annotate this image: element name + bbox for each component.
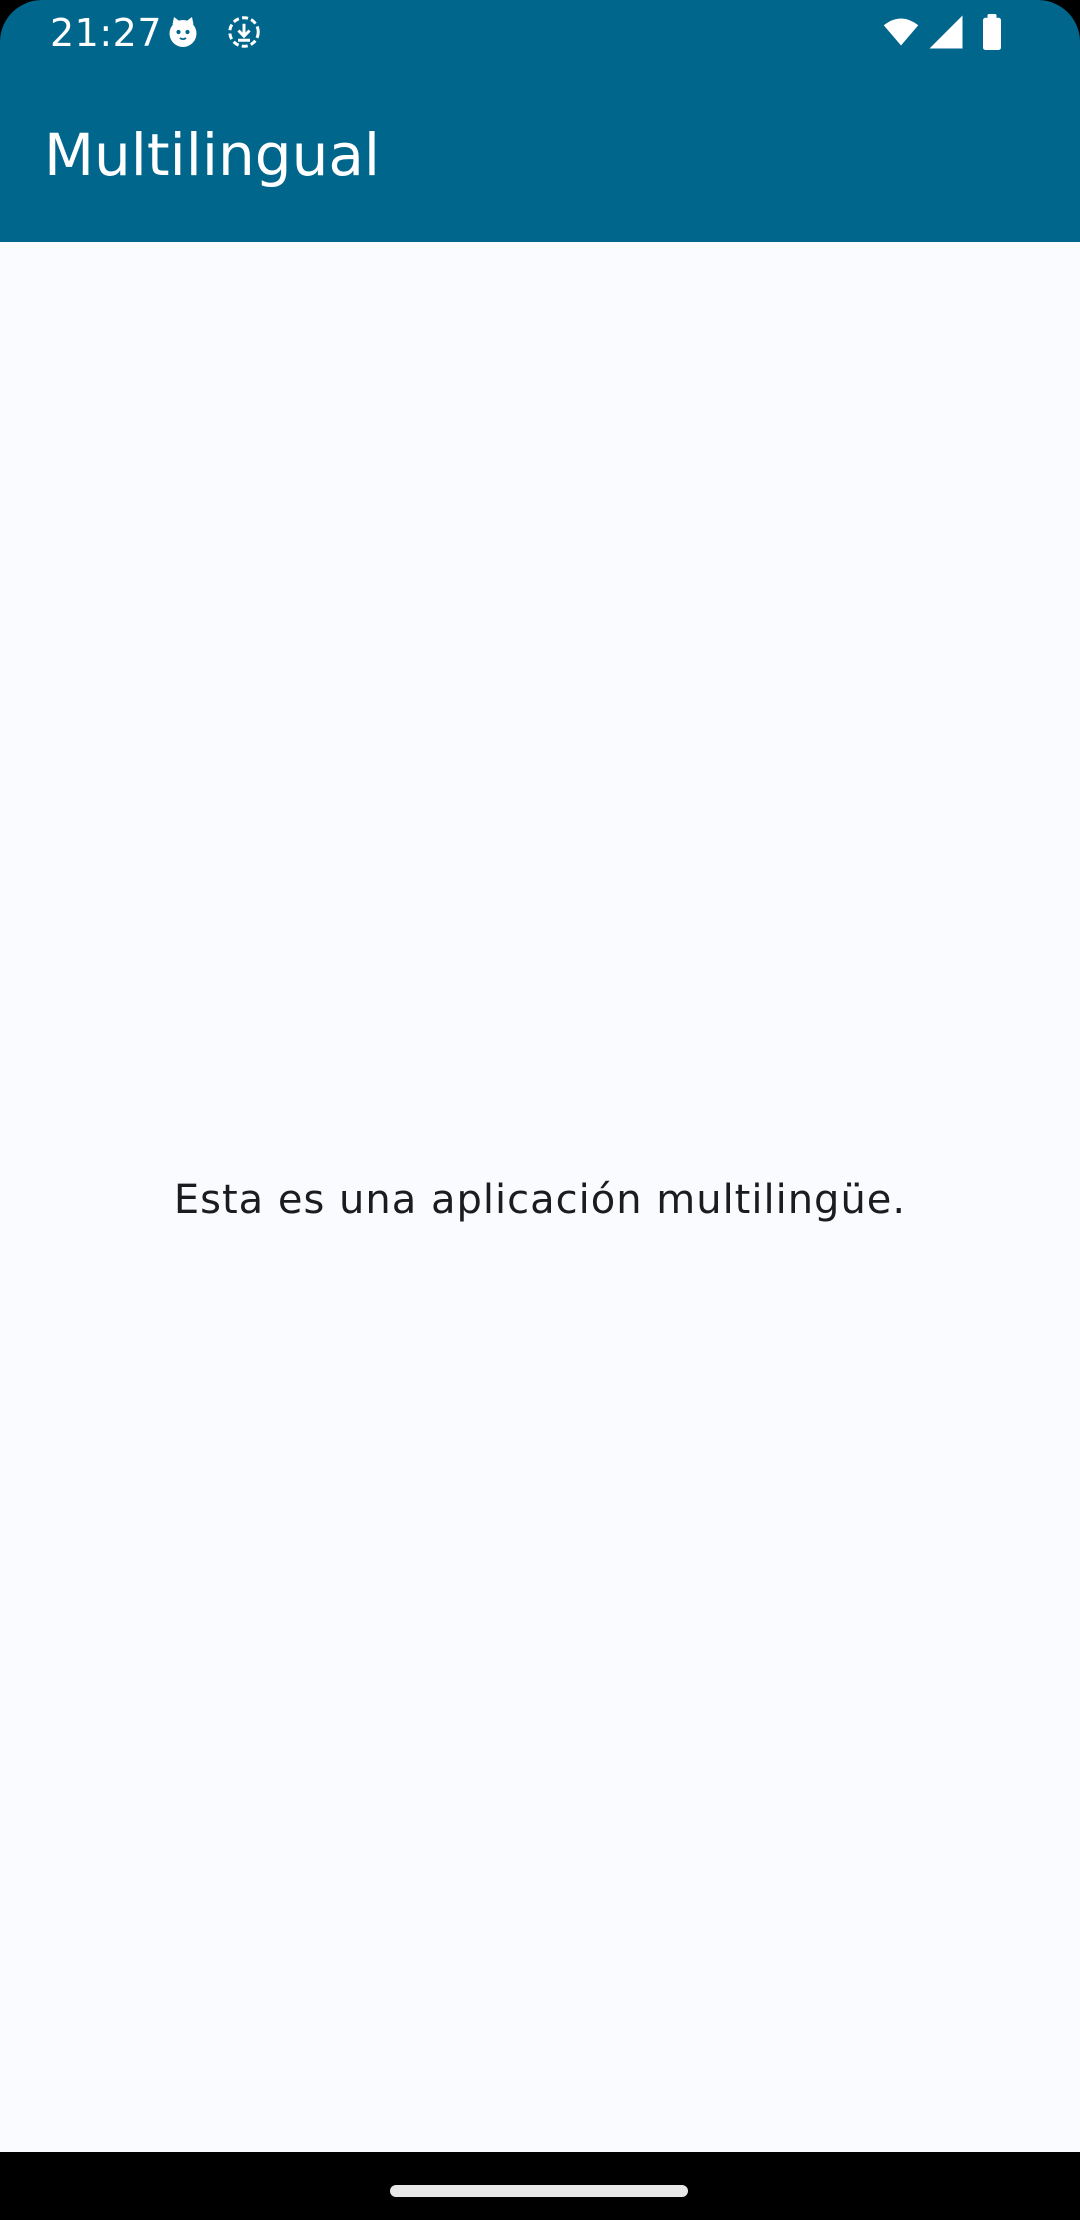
battery-icon <box>980 14 1004 50</box>
home-gesture-handle[interactable] <box>390 2185 688 2197</box>
cat-face-icon <box>165 14 201 50</box>
status-bar: 21:27 <box>0 0 1080 66</box>
phone-screen: 21:27 Multilingual Esta es una aplicació… <box>0 0 1080 2220</box>
main-content: Esta es una aplicación multilingüe. <box>0 242 1080 2152</box>
status-time: 21:27 <box>50 11 163 55</box>
navigation-bar <box>0 2152 1080 2220</box>
cellular-signal-icon <box>928 14 964 50</box>
app-title: Multilingual <box>44 121 380 189</box>
app-bar: Multilingual <box>0 66 1080 242</box>
download-progress-icon <box>226 14 262 50</box>
wifi-icon <box>880 14 922 50</box>
multilingual-message: Esta es una aplicación multilingüe. <box>173 1177 907 1223</box>
